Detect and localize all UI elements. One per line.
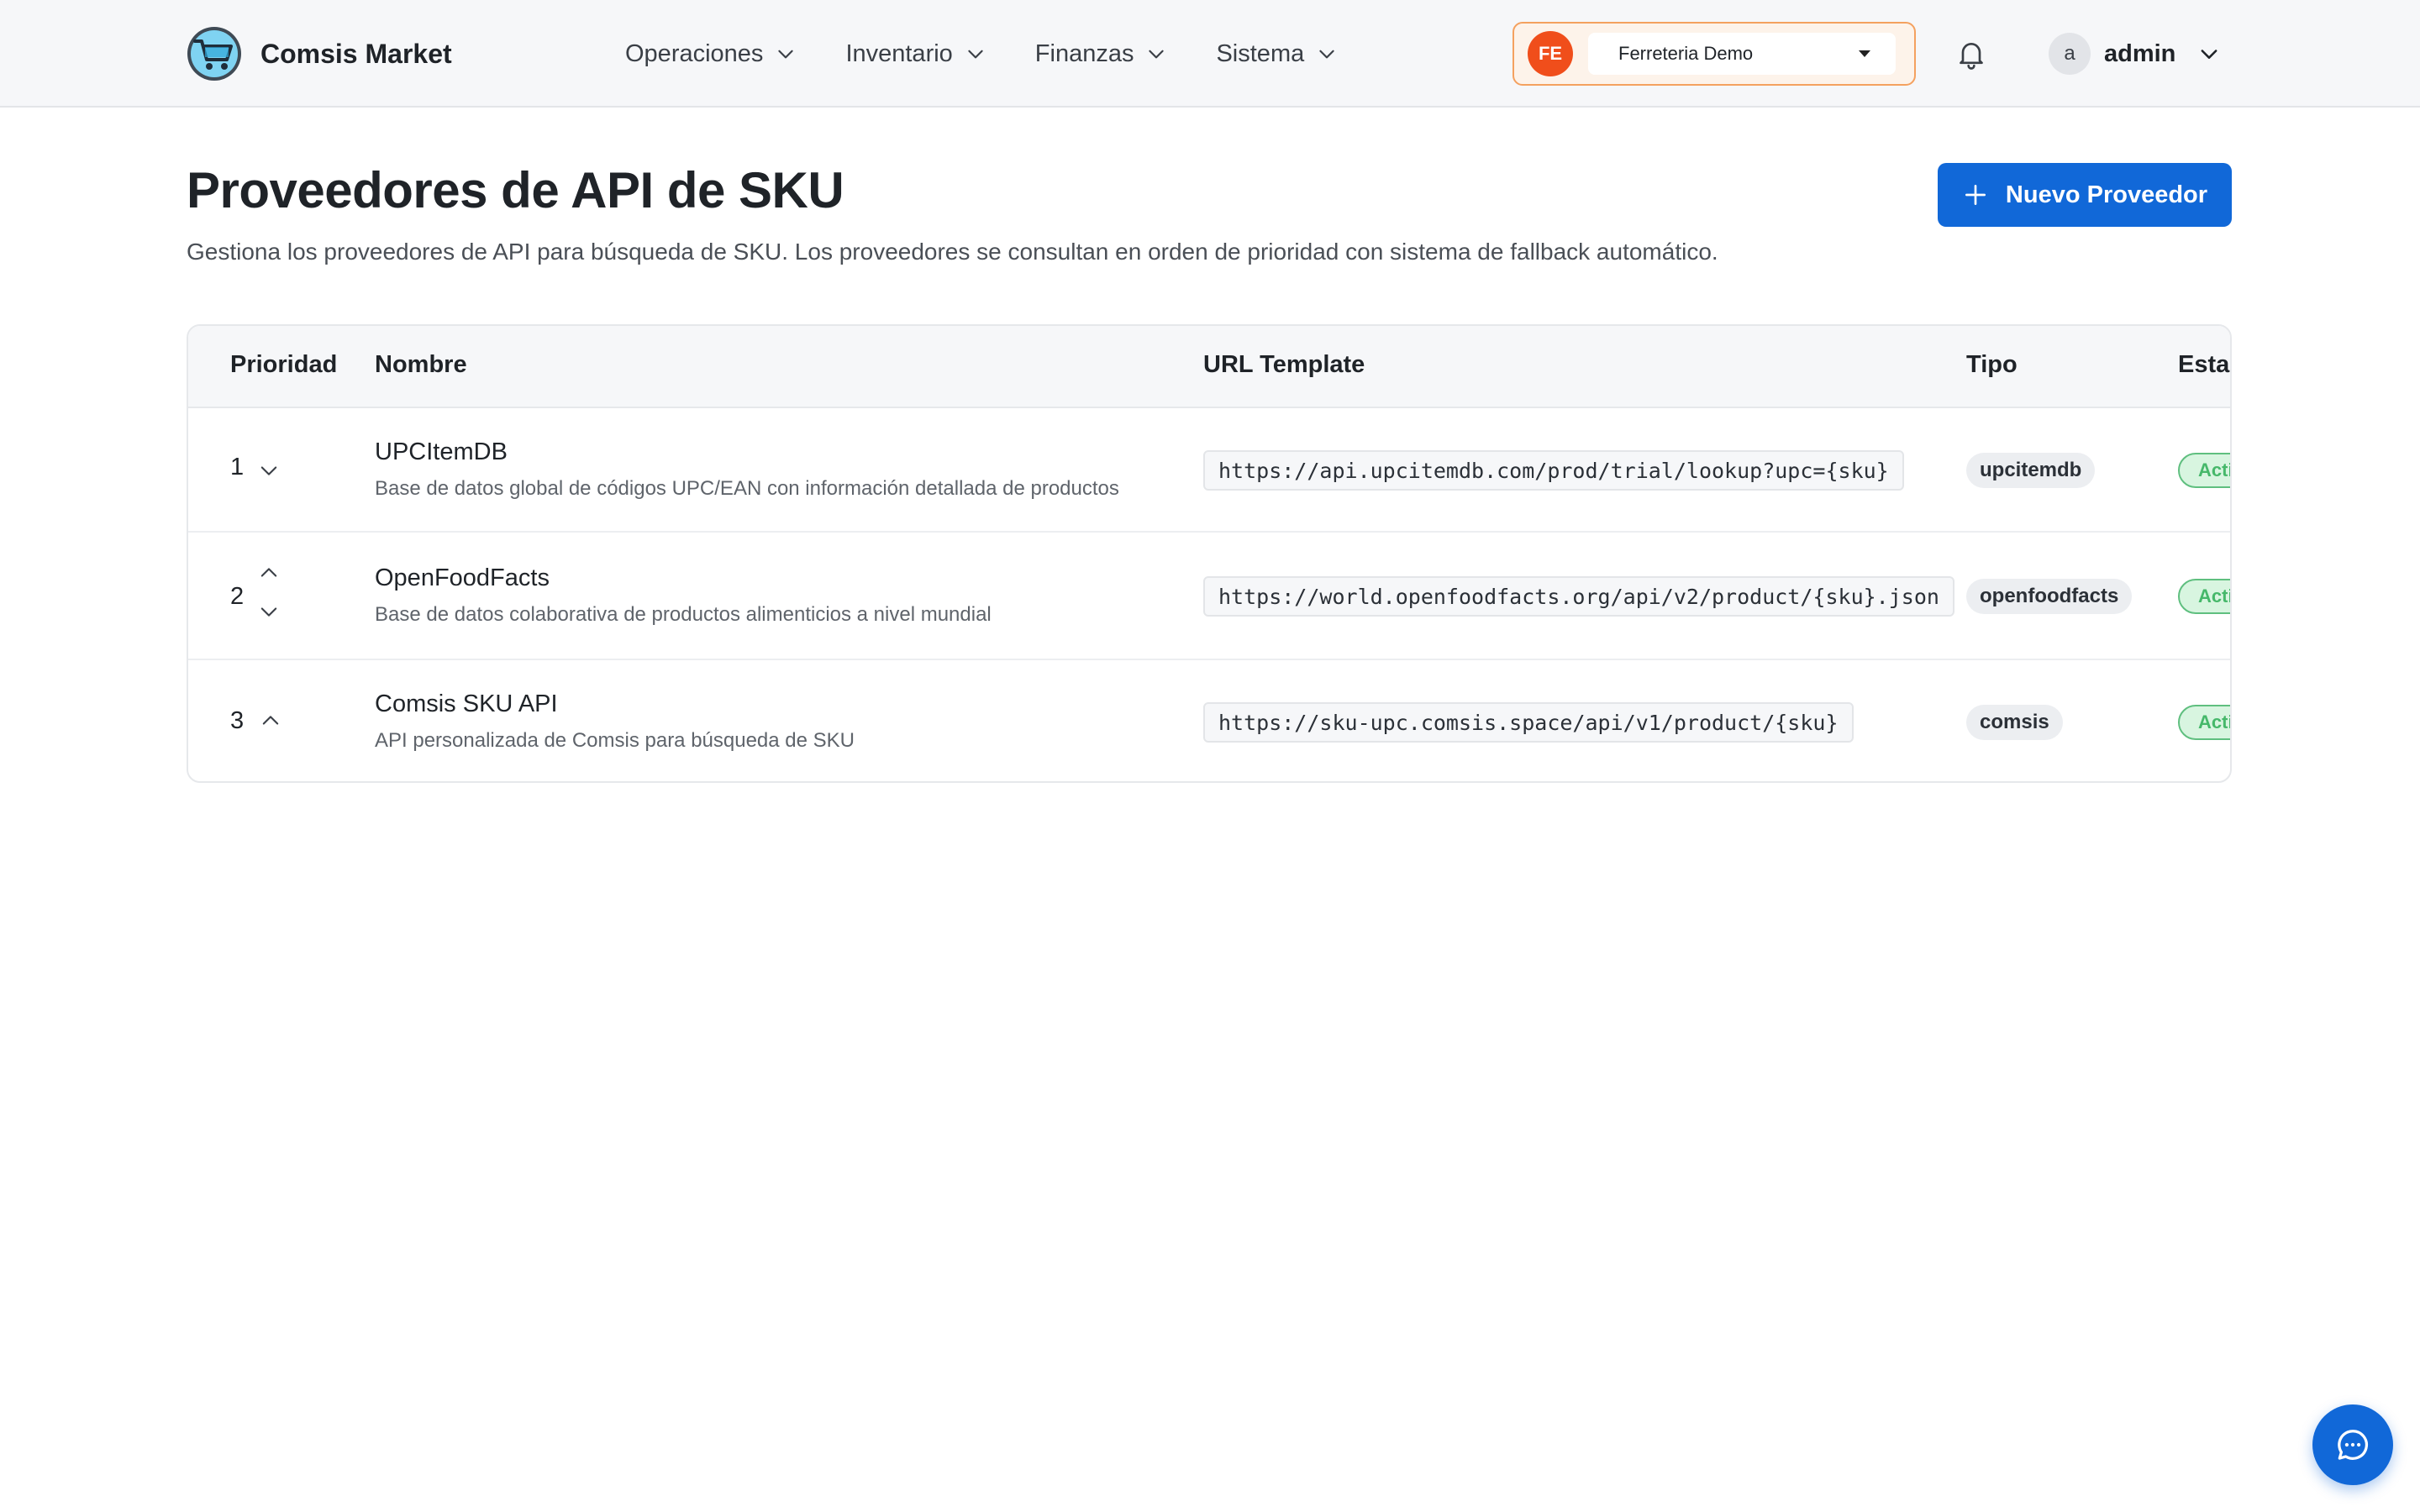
shopping-cart-logo-icon	[187, 27, 241, 81]
top-navbar: Comsis Market Operaciones Inventario Fin…	[0, 0, 2420, 108]
new-provider-button[interactable]: Nuevo Proveedor	[1938, 163, 2232, 227]
nav-item-operaciones[interactable]: Operaciones	[625, 40, 797, 68]
nav-item-finanzas[interactable]: Finanzas	[1035, 40, 1168, 68]
priority-value: 1	[230, 454, 245, 480]
type-badge: comsis	[1966, 705, 2063, 740]
nav-item-label: Finanzas	[1034, 39, 1134, 67]
page-title: Proveedores de API de SKU	[187, 162, 844, 218]
priority-value: 3	[230, 707, 245, 734]
main-nav: Operaciones Inventario Finanzas Sistema	[625, 25, 1338, 82]
store-selector: FE Ferreteria Demo	[1512, 22, 1916, 86]
table-row: 2 OpenFoodFacts Base de datos colaborati…	[188, 533, 2230, 660]
plus-icon	[1965, 185, 1986, 205]
provider-description: API personalizada de Comsis para búsqued…	[375, 729, 855, 752]
column-header-tipo: Tipo	[1966, 351, 2018, 378]
chevron-down-icon	[1319, 50, 1334, 59]
nav-item-sistema[interactable]: Sistema	[1216, 40, 1338, 68]
nav-item-label: Sistema	[1216, 39, 1305, 67]
column-header-estado: Estado	[2178, 351, 2230, 378]
provider-name: UPCItemDB	[375, 438, 508, 465]
move-up-chevron-icon[interactable]	[257, 561, 281, 585]
table-row: 3 Comsis SKU API API personalizada de Co…	[188, 660, 2230, 781]
status-badge[interactable]: Activo	[2178, 453, 2230, 488]
store-name: Ferreteria Demo	[1618, 43, 1754, 64]
chat-bubble-icon	[2338, 1430, 2368, 1460]
chevron-down-icon	[968, 50, 983, 59]
table-header: Prioridad Nombre URL Template Tipo Estad…	[188, 326, 2230, 408]
column-header-nombre: Nombre	[375, 351, 467, 378]
page-subtitle: Gestiona los proveedores de API para bús…	[187, 239, 1718, 265]
brand[interactable]: Comsis Market	[187, 25, 452, 82]
new-provider-label: Nuevo Proveedor	[2005, 181, 2208, 208]
status-badge[interactable]: Activo	[2178, 705, 2230, 740]
move-down-chevron-icon[interactable]	[257, 600, 281, 623]
brand-name: Comsis Market	[260, 38, 452, 69]
user-menu[interactable]: a admin	[2049, 32, 2221, 76]
nav-item-label: Operaciones	[625, 39, 764, 67]
url-template: https://sku-upc.comsis.space/api/v1/prod…	[1203, 702, 1854, 743]
chat-button[interactable]	[2312, 1404, 2393, 1485]
nav-item-label: Inventario	[845, 39, 953, 67]
avatar: a	[2049, 33, 2091, 75]
move-up-chevron-icon[interactable]	[259, 709, 282, 732]
priority-value: 2	[230, 583, 245, 610]
provider-description: Base de datos colaborativa de productos …	[375, 603, 992, 626]
provider-description: Base de datos global de códigos UPC/EAN …	[375, 477, 1119, 500]
chevron-down-icon	[1149, 50, 1165, 59]
store-avatar: FE	[1528, 31, 1573, 76]
nav-item-inventario[interactable]: Inventario	[845, 40, 986, 68]
url-template: https://world.openfoodfacts.org/api/v2/p…	[1203, 576, 1954, 617]
store-select-dropdown[interactable]: Ferreteria Demo	[1588, 33, 1896, 75]
chevron-down-icon	[778, 50, 794, 59]
bell-icon[interactable]	[1954, 37, 1988, 71]
url-template: https://api.upcitemdb.com/prod/trial/loo…	[1203, 450, 1904, 491]
caret-down-icon	[1859, 50, 1870, 57]
providers-table: Prioridad Nombre URL Template Tipo Estad…	[187, 324, 2232, 783]
column-header-url: URL Template	[1203, 351, 1365, 378]
move-down-chevron-icon[interactable]	[257, 459, 281, 482]
column-header-prioridad: Prioridad	[230, 351, 338, 378]
provider-name: OpenFoodFacts	[375, 564, 550, 591]
app-root: Comsis Market Operaciones Inventario Fin…	[0, 0, 2420, 1512]
user-name: admin	[2104, 39, 2176, 67]
provider-name: Comsis SKU API	[375, 690, 558, 717]
type-badge: upcitemdb	[1966, 453, 2096, 488]
type-badge: openfoodfacts	[1966, 579, 2133, 614]
chevron-down-icon	[2201, 50, 2217, 59]
status-badge[interactable]: Activo	[2178, 579, 2230, 614]
table-row: 1 UPCItemDB Base de datos global de códi…	[188, 408, 2230, 533]
